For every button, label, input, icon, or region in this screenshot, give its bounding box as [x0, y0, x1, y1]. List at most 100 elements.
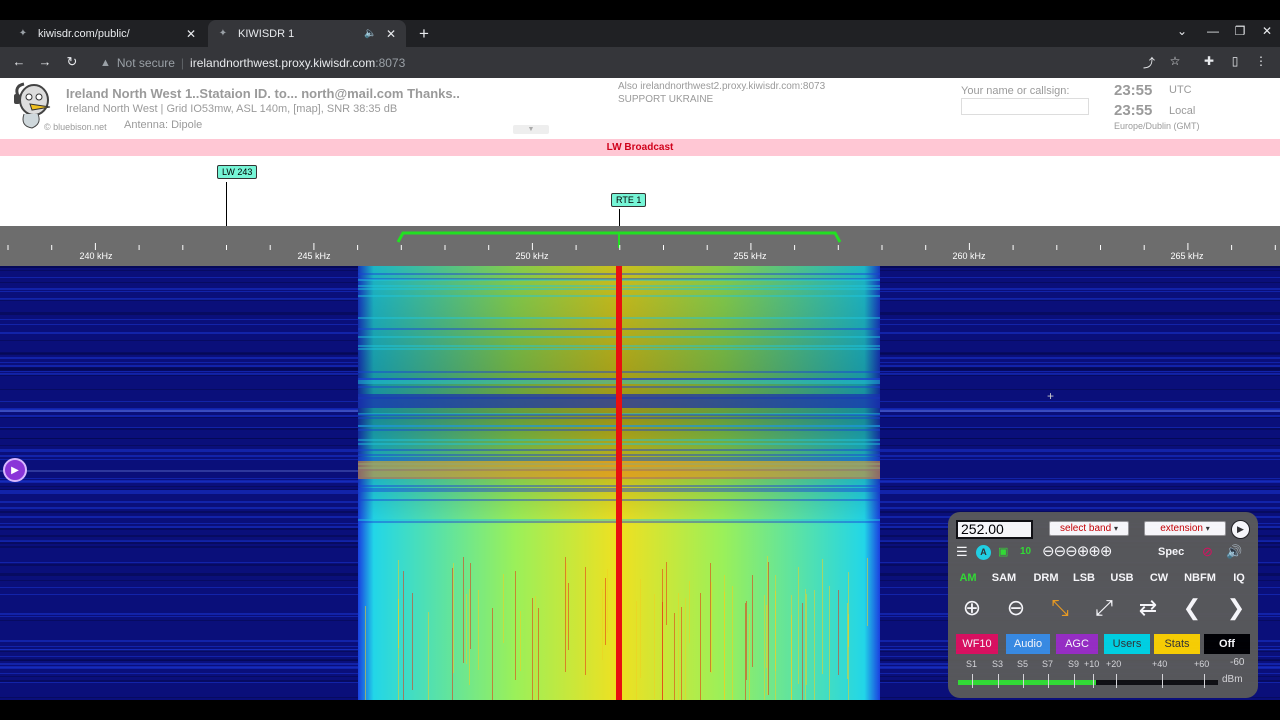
signal-streak: [605, 578, 606, 645]
smeter-unit: dBm: [1222, 674, 1243, 685]
signal-streak: [365, 606, 366, 700]
signal-streak: [689, 581, 690, 643]
audio-button[interactable]: Audio: [1006, 634, 1050, 654]
signal-streak: [746, 601, 747, 680]
reload-icon[interactable]: ↻: [63, 54, 81, 70]
security-status: Not secure: [116, 55, 175, 70]
tab-search-icon[interactable]: ⌄: [1174, 24, 1190, 38]
tab-title: kiwisdr.com/public/: [38, 27, 130, 40]
receiver-location: Ireland North West | Grid IO53mw, ASL 14…: [66, 103, 398, 115]
signal-streak: [452, 568, 453, 700]
panel-buttons-row: WF10 Audio AGC Users Stats Off: [954, 634, 1254, 654]
smeter-tick: [972, 674, 973, 688]
users-button[interactable]: Users: [1104, 634, 1150, 654]
tab-kiwisdr-1[interactable]: ✦ KIWISDR 1 🔈 ✕: [208, 20, 406, 47]
agc-button[interactable]: AGC: [1056, 634, 1098, 654]
off-button[interactable]: Off: [1204, 634, 1250, 654]
smeter-label-s3: S3: [992, 659, 1004, 669]
control-panel: 252.00 select band ▾ extension ▾ ▶ ☰ A ▣…: [948, 512, 1258, 698]
tab-kiwisdr-public[interactable]: ✦ kiwisdr.com/public/ ✕: [8, 20, 206, 47]
callsign-label: Your name or callsign:: [961, 85, 1070, 97]
mode-lsb[interactable]: LSB: [1070, 569, 1098, 587]
signal-streak: [602, 589, 603, 660]
menu-dots-icon[interactable]: ⋮: [1252, 54, 1270, 68]
restore-icon[interactable]: ❐: [1232, 24, 1248, 38]
edit-icon[interactable]: ▣: [998, 543, 1008, 561]
close-tab-icon[interactable]: ✕: [384, 27, 398, 41]
receiver-header: Ireland North West 1..Stataion ID. to...…: [0, 78, 1280, 134]
back-icon[interactable]: ←: [10, 54, 28, 69]
scale-label-265: 265 kHz: [1170, 251, 1204, 261]
signal-streak: [470, 563, 471, 649]
mode-sam[interactable]: SAM: [988, 569, 1020, 587]
cursor-cross: +: [1047, 389, 1054, 403]
page-right-icon[interactable]: ❯: [1220, 592, 1252, 624]
copyright-link[interactable]: © bluebison.net: [44, 122, 107, 132]
zoom-in-icon[interactable]: ⊕: [956, 592, 988, 624]
close-window-icon[interactable]: ✕: [1259, 24, 1275, 38]
frequency-input[interactable]: 252.00: [956, 520, 1033, 539]
kiwi-favicon-icon: ✦: [218, 28, 228, 39]
spec-button[interactable]: Spec: [1158, 543, 1184, 561]
speaker-icon[interactable]: 🔈: [364, 28, 378, 39]
signal-streak: [847, 603, 848, 679]
mode-am[interactable]: AM: [956, 569, 980, 587]
close-tab-icon[interactable]: ✕: [184, 27, 198, 41]
swap-arrows-icon[interactable]: ⇄: [1132, 592, 1164, 624]
zoom-out-icon[interactable]: ⊖: [1000, 592, 1032, 624]
smeter-tick: [1093, 674, 1094, 688]
mode-cw[interactable]: CW: [1146, 569, 1172, 587]
signal-streak: [764, 595, 765, 700]
zoom-band-icon[interactable]: ⤡: [1044, 592, 1076, 624]
side-panel-icon[interactable]: ▯: [1226, 54, 1244, 68]
frequency-scale[interactable]: 240 kHz 245 kHz 250 kHz 255 kHz 260 kHz …: [0, 226, 1280, 266]
page-left-icon[interactable]: ❮: [1176, 592, 1208, 624]
icon-row: ☰ A ▣ 10 ⊖⊖⊖⊕⊕⊕ Spec ⊘ 🔊: [954, 543, 1254, 561]
signal-streak: [666, 562, 667, 625]
url-field[interactable]: ▲ Not secure | irelandnorthwest.proxy.ki…: [90, 51, 1165, 74]
mode-nbfm[interactable]: NBFM: [1180, 569, 1220, 587]
volume-icon[interactable]: 🔊: [1226, 543, 1242, 561]
mode-iq[interactable]: IQ: [1228, 569, 1250, 587]
collapse-header-icon[interactable]: ▼: [513, 125, 549, 134]
zoom-max-out-icon[interactable]: ⤢: [1088, 592, 1120, 624]
station-label-lw243[interactable]: LW 243: [217, 165, 258, 179]
share-icon[interactable]: ⤴: [1140, 54, 1158, 71]
zoom-steps-icon[interactable]: ⊖⊖⊖⊕⊕⊕: [1042, 543, 1112, 561]
smeter-label-s9: S9: [1068, 659, 1080, 669]
forward-icon[interactable]: →: [36, 54, 54, 69]
band-select[interactable]: select band ▾: [1049, 521, 1129, 536]
mode-drm[interactable]: DRM: [1030, 569, 1062, 587]
bookmark-star-icon[interactable]: ☆: [1166, 54, 1184, 68]
signal-streak: [535, 596, 536, 700]
menu-icon[interactable]: ☰: [956, 543, 968, 561]
extension-select[interactable]: extension ▾: [1144, 521, 1226, 536]
signal-streak: [724, 575, 725, 700]
smeter-tick: [998, 674, 999, 688]
step-10-label[interactable]: 10: [1020, 543, 1031, 561]
mode-row: AM SAM DRM LSB USB CW NBFM IQ: [952, 569, 1256, 587]
callsign-input[interactable]: [961, 98, 1089, 115]
signal-streak: [492, 608, 493, 700]
side-panel-toggle-icon[interactable]: ▶: [3, 458, 27, 482]
station-label-rte1[interactable]: RTE 1: [611, 193, 647, 207]
station-marker-line: [226, 182, 227, 226]
band-bar[interactable]: LW Broadcast: [0, 139, 1280, 156]
signal-streak: [412, 593, 413, 690]
kiwi-favicon-icon: ✦: [18, 28, 28, 39]
auto-a-icon[interactable]: A: [976, 545, 991, 560]
signal-streak: [607, 569, 608, 633]
smeter-tick: [1204, 674, 1205, 688]
extensions-puzzle-icon[interactable]: ✚: [1200, 54, 1218, 68]
record-icon[interactable]: ⊘: [1202, 543, 1213, 561]
play-icon[interactable]: ▶: [1231, 520, 1250, 539]
signal-streak: [403, 571, 404, 700]
signal-streak: [829, 586, 830, 700]
stats-button[interactable]: Stats: [1154, 634, 1200, 654]
wf10-button[interactable]: WF10: [956, 634, 998, 654]
minimize-icon[interactable]: —: [1205, 24, 1221, 38]
new-tab-icon[interactable]: +: [416, 24, 432, 44]
signal-streak: [806, 594, 807, 685]
url-port: :8073: [375, 55, 406, 70]
mode-usb[interactable]: USB: [1107, 569, 1137, 587]
